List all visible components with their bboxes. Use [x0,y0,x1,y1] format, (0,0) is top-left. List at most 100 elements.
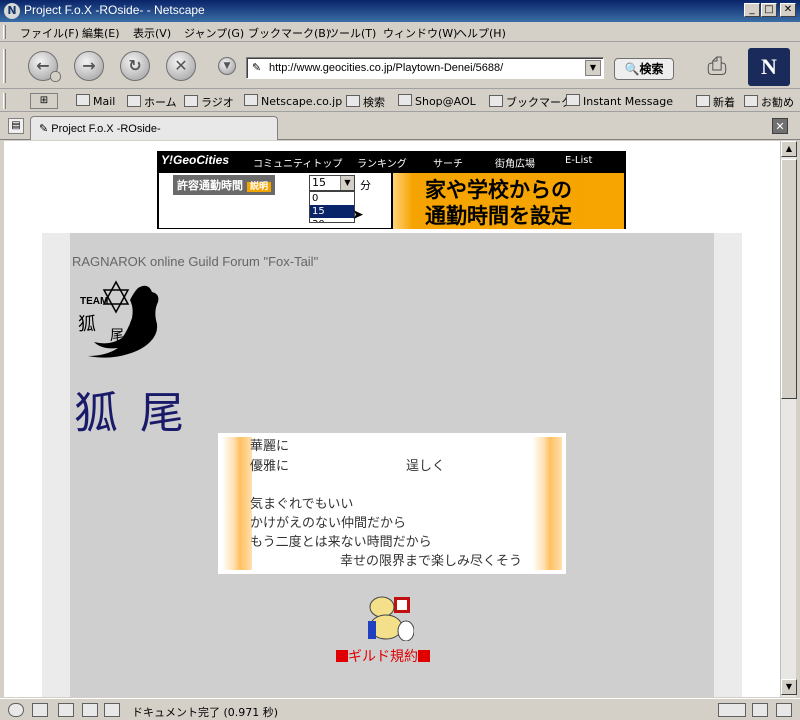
toolbar-bookmarks[interactable]: ブックマーク [489,94,572,110]
search-button[interactable]: 🔍検索 [614,58,674,80]
help-button[interactable]: 説明 [247,182,272,192]
composer-icon[interactable] [82,703,98,717]
page-icon: ▤ [11,120,21,131]
reload-icon: ↻ [128,56,142,75]
folder-icon [489,95,503,107]
commute-time-label: 許容通勤時間 説明 [173,175,276,195]
ad-line-2: 通勤時間を設定 [425,204,572,228]
ad-headline: 家や学校からの 通勤時間を設定 [425,177,572,229]
status-text: ドキュメント完了 (0.971 秒) [132,706,279,719]
toolbar-search-label: 検索 [363,96,385,109]
netscape-status-icon[interactable] [8,703,24,717]
commute-time-options[interactable]: 0 15 30 [309,191,355,223]
commute-ad-banner[interactable]: 家や学校からの 通勤時間を設定 [393,173,624,229]
personal-toolbar: ⊞ Mail ホーム ラジオ Netscape.co.jp 検索 Shop@AO… [0,90,800,112]
scroll-down-button[interactable]: ▼ [781,679,797,695]
toolbar-grip[interactable] [3,25,6,39]
toolbar-grip[interactable] [3,49,6,83]
minimize-button[interactable]: _ [744,3,760,17]
option-15-selected[interactable]: 15 [310,205,354,218]
menu-file[interactable]: ファイル(F) [20,25,79,41]
toolbar-grip[interactable] [3,93,6,109]
content-viewport[interactable]: Y!GeoCities コミュニティトップ ランキング サーチ 街角広場 E-L… [4,141,780,697]
commute-time-select[interactable]: 15 ▼ [309,175,355,191]
guild-logo-text: TEAM [80,296,108,307]
menu-window[interactable]: ウィンドウ(W) [383,25,457,41]
scroll-thumb[interactable] [781,159,797,399]
maximize-button[interactable]: □ [761,3,777,17]
commute-time-label-text: 許容通勤時間 [177,179,243,192]
url-bar[interactable]: ✎ http://www.geocities.co.jp/Playtown-De… [246,57,604,79]
guild-rules-link-label: ギルド規約 [348,649,418,665]
new-tab-button[interactable]: ▤ [8,118,24,134]
address-book-icon[interactable] [104,703,120,717]
online-status-icon[interactable] [718,703,746,717]
forum-title: RAGNAROK online Guild Forum "Fox-Tail" [72,254,319,269]
toolbar-new[interactable]: 新着 [696,94,735,110]
mail-icon[interactable] [32,703,48,717]
chevron-down-icon: ▼ [785,682,793,691]
geocities-nav-community[interactable]: コミュニティトップ [253,155,342,170]
chevron-up-icon: ▲ [785,144,793,153]
select-value: 15 [312,176,326,189]
menu-edit[interactable]: 編集(E) [82,25,120,41]
tab-bar: ▤ ✎ Project F.o.X -ROside- ✕ [0,113,800,140]
sidebar-toggle-button[interactable]: ⊞ [30,93,58,109]
guild-rules-link[interactable]: ギルド規約 [336,646,430,666]
geocities-nav-plaza[interactable]: 街角広場 [495,155,535,170]
geocities-logo[interactable]: Y!GeoCities [161,153,229,167]
menu-go[interactable]: ジャンプ(G) [184,25,244,41]
url-history-button[interactable]: ▼ [218,57,236,75]
toolbar-instant-message[interactable]: Instant Message [566,94,673,108]
url-text[interactable]: http://www.geocities.co.jp/Playtown-Dene… [269,62,503,74]
toolbar-mail-label: Mail [93,95,116,108]
toolbar-home-label: ホーム [144,96,177,109]
reload-button[interactable]: ↻ [120,51,150,81]
toolbar-mail[interactable]: Mail [76,94,115,108]
toolbar-search[interactable]: 検索 [346,94,385,110]
window-title-bar[interactable]: N Project F.o.X -ROside- - Netscape _ □ … [0,0,800,22]
toolbar-home[interactable]: ホーム [127,94,177,110]
forward-button[interactable]: → [74,51,104,81]
motto-line-7: 幸せの限界まで楽しみ尽くそう [340,554,523,569]
geocities-nav-ranking[interactable]: ランキング [357,155,407,170]
tab-active[interactable]: ✎ Project F.o.X -ROside- [30,116,278,140]
red-square-icon [336,650,348,662]
instant-message-icon[interactable] [58,703,74,717]
url-dropdown-button[interactable]: ▼ [585,60,601,76]
printer-icon: ⎙ [707,52,727,80]
decorative-bar-left [222,437,252,570]
close-tab-button[interactable]: ✕ [772,118,788,134]
menu-help[interactable]: ヘルプ(H) [456,25,506,41]
toolbar-shop-label: Shop@AOL [415,95,476,108]
print-button[interactable]: ⎙ [700,50,734,82]
lock-icon[interactable] [776,703,792,717]
close-window-button[interactable]: ✕ [780,3,796,17]
option-0[interactable]: 0 [310,192,354,205]
page-proxy-icon[interactable]: ✎ [252,61,261,74]
menu-view[interactable]: 表示(V) [133,25,171,41]
stop-button[interactable]: ✕ [166,51,196,81]
netscape-throbber-logo[interactable]: N [748,48,790,86]
menu-bookmarks[interactable]: ブックマーク(B) [248,25,330,41]
toolbar-shop[interactable]: Shop@AOL [398,94,476,108]
magnifier-icon: 🔍 [624,62,640,76]
motto-line-6: もう二度とは来ない時間だから [250,535,432,550]
security-icon[interactable] [752,703,768,717]
window-title: Project F.o.X -ROside- - Netscape [24,3,205,17]
geocities-nav-search[interactable]: サーチ [433,155,463,170]
geocities-nav-elist[interactable]: E-List [565,155,592,166]
back-button[interactable]: ← [28,51,61,82]
toolbar-radio[interactable]: ラジオ [184,94,234,110]
toolbar-recommend[interactable]: お勧め [744,94,794,110]
vertical-scrollbar[interactable]: ▲ ▼ [780,141,797,697]
scroll-up-button[interactable]: ▲ [781,141,797,157]
toolbar-netscape-label: Netscape.co.jp [261,95,343,108]
option-30[interactable]: 30 [310,218,354,222]
fox-mascot-icon[interactable] [364,593,415,642]
motto-line-3: 逞しく [406,459,446,474]
shop-icon [398,94,412,106]
search-button-label: 検索 [639,62,664,76]
menu-tools[interactable]: ツール(T) [328,25,376,41]
toolbar-netscape[interactable]: Netscape.co.jp [244,94,342,108]
